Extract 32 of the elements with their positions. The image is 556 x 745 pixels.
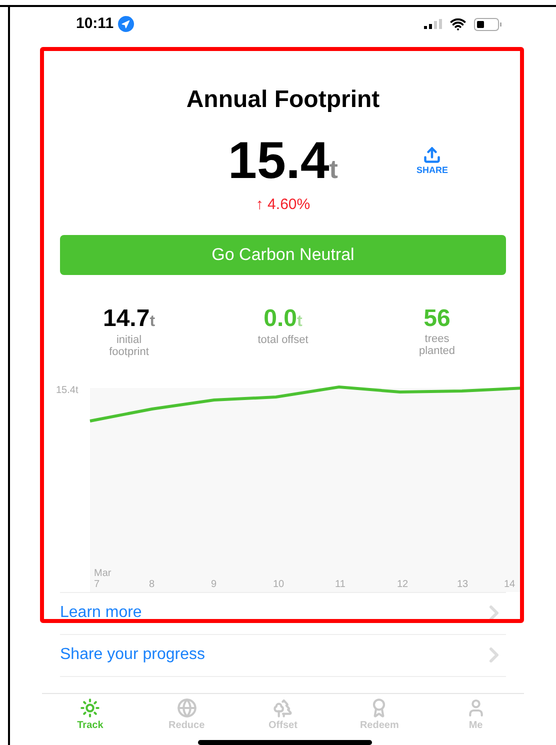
stat-label: total offset <box>256 334 310 346</box>
axis-label: 8 <box>149 578 155 590</box>
go-carbon-neutral-button[interactable]: Go Carbon Neutral <box>60 234 506 274</box>
footprint-value: 15.4t <box>228 132 338 190</box>
signal-icon <box>424 19 442 29</box>
page-title: Annual Footprint <box>186 85 380 115</box>
location-icon <box>118 16 134 32</box>
axis-label: 14 <box>504 578 516 590</box>
sun-icon <box>80 698 100 718</box>
axis-label: 10 <box>273 578 284 590</box>
axis-label: Mar 7 <box>94 568 112 590</box>
change-percentage: ↑ 4.60% <box>256 195 310 215</box>
battery-icon <box>474 18 502 30</box>
tab-bar-item[interactable]: Track <box>42 698 138 732</box>
share-icon <box>423 146 442 164</box>
trees-icon <box>272 698 293 718</box>
axis-label: 13 <box>457 578 468 590</box>
link-row[interactable]: Share your progress <box>60 634 506 676</box>
axis-label: 12 <box>397 578 408 590</box>
globe-icon <box>176 698 197 718</box>
axis-label: 15.4t <box>56 384 78 398</box>
share-button[interactable]: SHARE <box>416 146 448 178</box>
stat-value: 14.7t <box>102 304 156 334</box>
stat-value: 0.0t <box>264 304 302 334</box>
stat-label: trees planted <box>418 332 456 356</box>
axis-label: 11 <box>335 578 346 590</box>
link-row[interactable]: Learn more <box>60 592 506 634</box>
stat-value: 56 <box>424 304 450 332</box>
stat-label: initial footprint <box>108 334 150 358</box>
clock-time: 10:11 <box>76 14 114 34</box>
wifi-icon <box>450 16 466 32</box>
axis-label: 9 <box>211 578 217 590</box>
